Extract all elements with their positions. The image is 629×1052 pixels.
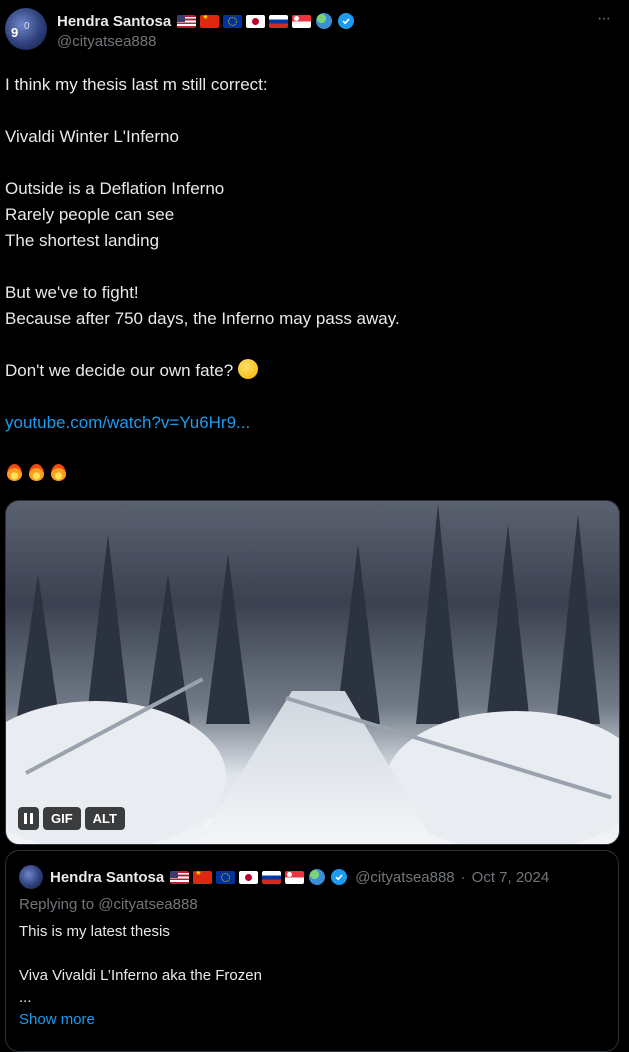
japan-flag-icon [239, 870, 259, 884]
quoted-display-name: Hendra Santosa [50, 868, 165, 886]
eu-flag-icon [216, 870, 236, 884]
quoted-header: Hendra Santosa @cityatsea888 · Oct 7, 20… [19, 865, 549, 889]
scene-tree [16, 574, 60, 724]
quoted-text: This is my latest thesis Viva Vivaldi L’… [19, 921, 262, 1031]
scene-tree [486, 524, 530, 724]
gif-badge: GIF [43, 807, 81, 830]
us-flag-icon [177, 14, 197, 28]
fire-emoji-row [5, 462, 615, 482]
scene-tree [556, 514, 600, 724]
gif-media[interactable]: GIF ALT [5, 500, 620, 845]
quoted-avatar [19, 865, 43, 889]
globe-icon [309, 869, 326, 885]
replying-to: Replying to @cityatsea888 [19, 896, 198, 913]
fire-emoji-icon [5, 462, 24, 482]
name-row: Hendra Santosa [57, 11, 355, 31]
text-line: Outside is a Deflation Inferno [5, 179, 225, 198]
verified-badge-icon [331, 869, 348, 885]
quoted-ellipsis: ... [19, 989, 32, 1006]
russia-flag-icon [262, 870, 282, 884]
pause-button[interactable] [18, 807, 39, 830]
text-line: Vivaldi Winter L'Inferno [5, 127, 179, 146]
handle[interactable]: @cityatsea888 [57, 33, 156, 50]
eu-flag-icon [223, 14, 243, 28]
quoted-date: Oct 7, 2024 [471, 868, 550, 886]
text-line: But we've to fight! [5, 283, 139, 302]
separator: · [460, 868, 466, 886]
youtube-link[interactable]: youtube.com/watch?v=Yu6Hr9... [5, 413, 250, 432]
text-line-fate: Don't we decide our own fate? [5, 358, 615, 384]
scene-tree [86, 534, 130, 724]
scene-tree [146, 574, 190, 724]
text-line: I think my thesis last m still correct: [5, 75, 268, 94]
tweet-text: I think my thesis last m still correct: … [5, 72, 615, 482]
quoted-handle: @cityatsea888 [355, 868, 455, 886]
avatar-digit-small: 0 [24, 21, 30, 32]
quoted-tweet[interactable]: Hendra Santosa @cityatsea888 · Oct 7, 20… [5, 850, 619, 1052]
shushing-face-emoji-icon [237, 359, 258, 379]
globe-icon [316, 13, 333, 29]
fire-emoji-icon [49, 462, 68, 482]
japan-flag-icon [246, 14, 266, 28]
singapore-flag-icon [285, 870, 305, 884]
display-name[interactable]: Hendra Santosa [57, 13, 171, 30]
china-flag-icon [193, 870, 213, 884]
us-flag-icon [170, 870, 190, 884]
fire-emoji-icon [27, 462, 46, 482]
singapore-flag-icon [292, 14, 312, 28]
avatar[interactable]: 9 0 [5, 8, 47, 50]
more-options-icon[interactable]: ··· [597, 10, 611, 28]
text-line: Rarely people can see [5, 205, 175, 224]
scene-tree [416, 504, 460, 724]
scene-tree [206, 554, 250, 724]
tweet-header: 9 0 Hendra Santosa @cityatsea888 ··· [0, 0, 629, 70]
media-controls: GIF ALT [18, 807, 125, 830]
fate-text: Don't we decide our own fate? [5, 361, 234, 380]
quoted-line: Viva Vivaldi L’Inferno aka the Frozen [19, 967, 262, 984]
alt-button[interactable]: ALT [84, 807, 125, 830]
avatar-digit: 9 [11, 25, 19, 40]
text-line: Because after 750 days, the Inferno may … [5, 309, 400, 328]
quoted-line: This is my latest thesis [19, 923, 170, 940]
text-line: The shortest landing [5, 231, 160, 250]
china-flag-icon [200, 14, 220, 28]
show-more-link[interactable]: Show more [19, 1011, 95, 1028]
russia-flag-icon [269, 14, 289, 28]
verified-badge-icon [338, 13, 355, 29]
